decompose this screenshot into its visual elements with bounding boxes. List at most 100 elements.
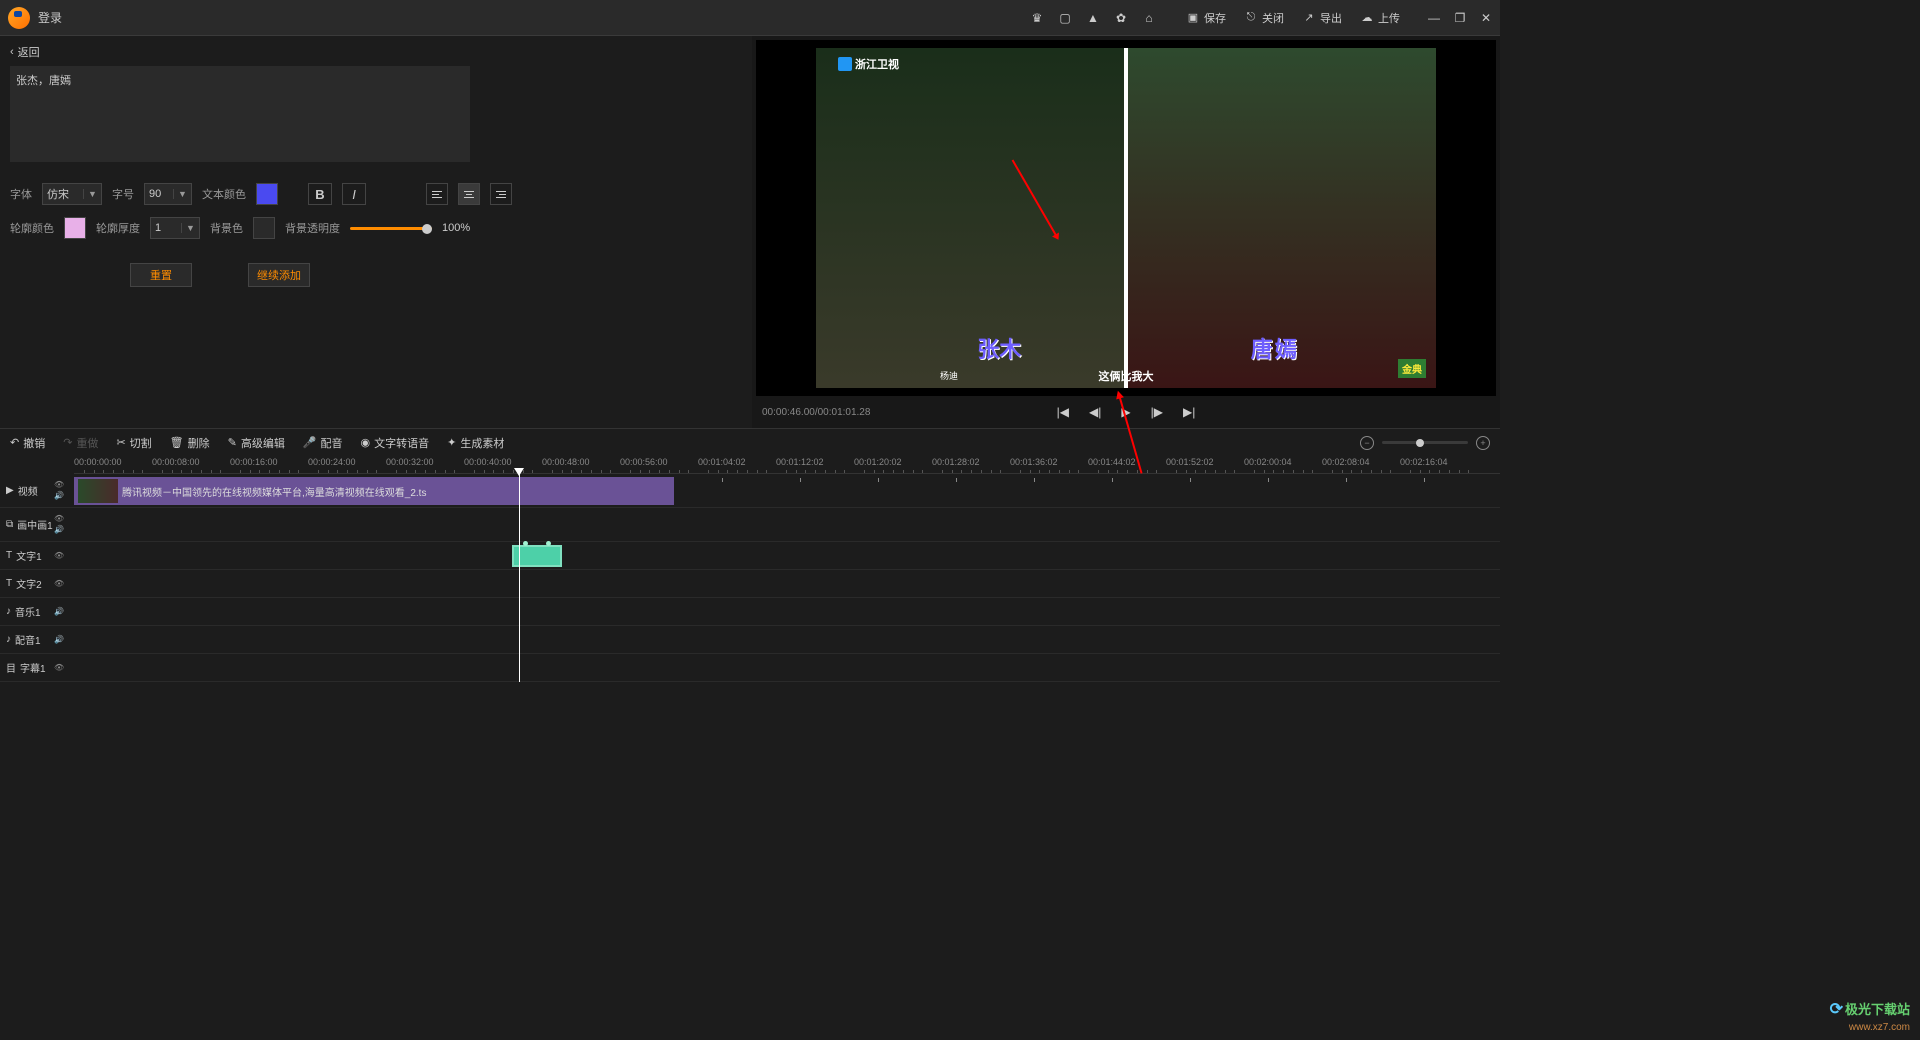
time-mark: 00:00:32:00 [386,457,434,467]
cut-button[interactable]: ✂切割 [116,435,151,451]
character-name: 杨迪 [940,369,958,382]
pip-track[interactable]: ⧉画中画1 👁🔊 [0,508,1500,542]
undo-button[interactable]: ↶撤销 [10,435,45,451]
preview-panel: 浙江卫视 金典 张木 唐嫣 这俩比我大 杨迪 00:00:46.00/00:01… [752,36,1500,428]
login-link[interactable]: 登录 [38,9,62,26]
text-track-2[interactable]: T文字2 👁 [0,570,1500,598]
app-logo [8,7,30,29]
speaker-icon[interactable]: 🔊 [54,526,74,534]
upload-button[interactable]: ☁上传 [1360,10,1400,26]
minimize-icon[interactable]: — [1428,12,1440,24]
clip-thumbnail [78,479,118,503]
eye-icon[interactable]: 👁 [54,664,74,672]
save-button[interactable]: ▣保存 [1186,10,1226,26]
eye-icon[interactable]: 👁 [54,515,74,523]
video-preview[interactable]: 浙江卫视 金典 张木 唐嫣 这俩比我大 杨迪 [756,40,1496,396]
time-mark: 00:00:16:00 [230,457,278,467]
export-button[interactable]: ↗导出 [1302,10,1342,26]
video-track[interactable]: ▶视频 👁🔊 腾讯视频－中国领先的在线视频媒体平台,海量高清视频在线观看_2.t… [0,474,1500,508]
align-right-button[interactable] [490,183,512,205]
time-ruler[interactable]: 00:00:00:0000:00:08:0000:00:16:0000:00:2… [74,456,1500,474]
delete-button[interactable]: 🗑删除 [170,435,210,451]
speech-icon: ◉ [361,436,371,449]
gear-icon[interactable]: ✿ [1114,11,1128,25]
clip-title: 腾讯视频－中国领先的在线视频媒体平台,海量高清视频在线观看_2.ts [122,484,426,499]
bold-button[interactable]: B [308,183,332,205]
music-track[interactable]: ♪音乐1 🔊 [0,598,1500,626]
bg-color-swatch[interactable] [253,217,275,239]
bell-icon[interactable]: ▲ [1086,11,1100,25]
video-clip[interactable]: 腾讯视频－中国领先的在线视频媒体平台,海量高清视频在线观看_2.ts [74,477,674,505]
text-track-1[interactable]: T文字1 👁 [0,542,1500,570]
time-mark: 00:00:00:00 [74,457,122,467]
generate-button[interactable]: ✦生成素材 [447,435,504,451]
tracks: ▶视频 👁🔊 腾讯视频－中国领先的在线视频媒体平台,海量高清视频在线观看_2.t… [0,474,1500,682]
text-input[interactable]: 张杰，唐嫣 [10,66,470,162]
time-mark: 00:00:08:00 [152,457,200,467]
opacity-slider[interactable] [350,227,432,230]
crown-icon[interactable]: ♛ [1030,11,1044,25]
time-mark: 00:02:00:04 [1244,457,1292,467]
advanced-edit-button[interactable]: ✎高级编辑 [228,435,285,451]
undo-icon: ↶ [10,436,19,449]
scissors-icon: ✂ [116,436,125,449]
subtitle-icon: 目 [6,660,16,675]
speaker-icon[interactable]: 🔊 [54,608,74,616]
outline-thickness-label: 轮廓厚度 [96,220,140,236]
maximize-icon[interactable]: ❐ [1454,12,1466,24]
font-size-select[interactable]: ▼ [144,183,192,205]
align-center-button[interactable] [458,183,480,205]
channel-watermark: 浙江卫视 [838,56,899,72]
frame-forward-icon[interactable]: |▶ [1151,405,1163,419]
save-icon: ▣ [1186,11,1200,25]
video-icon: ▶ [6,485,14,496]
outline-color-swatch[interactable] [64,217,86,239]
eye-icon[interactable]: 👁 [54,481,74,489]
close-icon[interactable]: ✕ [1480,12,1492,24]
zoom-in-button[interactable]: + [1476,436,1490,450]
eye-icon[interactable]: 👁 [54,580,74,588]
close-button[interactable]: ⎋关闭 [1244,10,1284,26]
chevron-down-icon: ▼ [181,223,199,233]
opacity-value: 100% [442,222,470,234]
speaker-icon[interactable]: 🔊 [54,636,74,644]
outline-color-label: 轮廓颜色 [10,220,54,236]
reset-button[interactable]: 重置 [130,263,192,287]
continue-add-button[interactable]: 继续添加 [248,263,310,287]
playhead[interactable] [519,474,520,682]
upload-icon: ☁ [1360,11,1374,25]
skip-start-icon[interactable]: |◀ [1057,405,1069,419]
bg-color-label: 背景色 [210,220,243,236]
home-icon[interactable]: ⌂ [1142,11,1156,25]
pencil-icon: ✎ [228,436,237,449]
dub-track[interactable]: ♪配音1 🔊 [0,626,1500,654]
pip-icon: ⧉ [6,519,13,530]
zoom-slider[interactable] [1382,441,1468,444]
align-left-button[interactable] [426,183,448,205]
chevron-down-icon: ▼ [173,189,191,199]
text-color-swatch[interactable] [256,183,278,205]
back-button[interactable]: ‹ 返回 [10,44,742,60]
outline-thickness-select[interactable]: ▼ [150,217,200,239]
font-family-select[interactable]: ▼ [42,183,102,205]
time-mark: 00:02:08:04 [1322,457,1370,467]
time-mark: 00:00:40:00 [464,457,512,467]
time-mark: 00:01:04:02 [698,457,746,467]
time-mark: 00:00:56:00 [620,457,668,467]
sparkle-icon: ✦ [447,436,456,449]
tts-button[interactable]: ◉文字转语音 [361,435,430,451]
subtitle-track[interactable]: 目字幕1 👁 [0,654,1500,682]
italic-button[interactable]: I [342,183,366,205]
overlay-text-right: 唐嫣 [1251,332,1299,364]
eye-icon[interactable]: 👁 [54,552,74,560]
speaker-icon[interactable]: 🔊 [54,492,74,500]
screen-icon[interactable]: ▢ [1058,11,1072,25]
redo-button[interactable]: ↷重做 [63,435,98,451]
dub-button[interactable]: 🎤配音 [303,435,343,451]
skip-end-icon[interactable]: ▶| [1183,405,1195,419]
font-size-label: 字号 [112,186,134,202]
export-icon: ↗ [1302,11,1316,25]
time-mark: 00:01:36:02 [1010,457,1058,467]
zoom-out-button[interactable]: − [1360,436,1374,450]
frame-back-icon[interactable]: ◀| [1089,405,1101,419]
